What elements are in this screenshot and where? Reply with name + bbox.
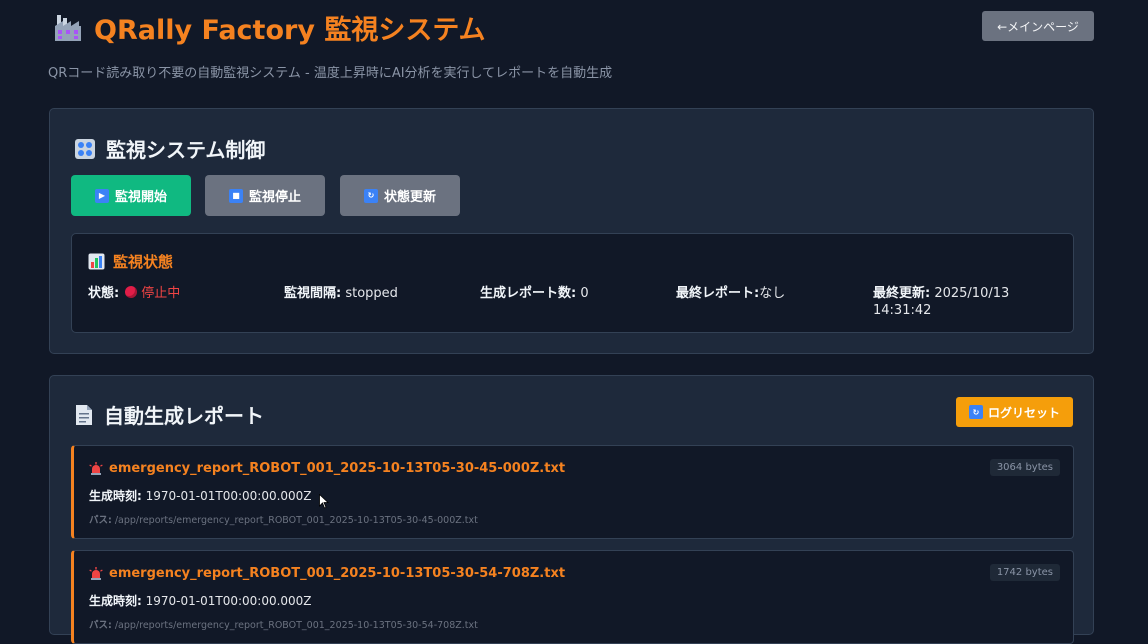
start-monitoring-button[interactable]: ▶ 監視開始	[71, 175, 191, 216]
report-path-label: パス:	[89, 515, 112, 526]
status-report-count: 生成レポート数: 0	[480, 285, 589, 302]
monitoring-control-panel: 監視システム制御 ▶ 監視開始 ■ 監視停止 ↻ 状態更新 監視状態 状態: 停止…	[49, 108, 1094, 354]
report-filename-text: emergency_report_ROBOT_001_2025-10-13T05…	[109, 461, 566, 476]
report-size-badge: 1742 bytes	[989, 564, 1060, 581]
report-generated-time: 生成時刻: 1970-01-01T00:00:00.000Z	[89, 592, 312, 609]
status-interval-label: 監視間隔:	[284, 286, 342, 301]
reports-section-title: 自動生成レポート	[74, 400, 264, 429]
status-report-count-label: 生成レポート数:	[480, 286, 577, 301]
play-icon: ▶	[94, 188, 109, 203]
refresh-status-label: 状態更新	[383, 190, 436, 205]
document-icon	[76, 404, 92, 425]
status-state-label: 状態:	[88, 286, 120, 301]
control-section-title-text: 監視システム制御	[106, 138, 266, 162]
mouse-cursor-icon	[319, 494, 329, 509]
log-reset-label: ログリセット	[987, 405, 1060, 420]
refresh-status-button[interactable]: ↻ 状態更新	[340, 175, 460, 216]
report-path: パス: /app/reports/emergency_report_ROBOT_…	[89, 512, 478, 526]
status-interval: 監視間隔: stopped	[284, 285, 398, 302]
report-size-badge: 3064 bytes	[989, 459, 1060, 476]
stopped-indicator-icon	[125, 286, 138, 298]
status-last-update-label: 最終更新:	[873, 286, 931, 301]
status-title: 監視状態	[88, 251, 173, 272]
status-state-value: 停止中	[141, 286, 181, 301]
page-title: QRally Factory 監視システム	[52, 8, 486, 47]
report-filename[interactable]: emergency_report_ROBOT_001_2025-10-13T05…	[89, 461, 565, 476]
report-time-value: 1970-01-01T00:00:00.000Z	[141, 594, 312, 608]
control-knobs-icon	[75, 138, 95, 159]
page-header: QRally Factory 監視システム ←メインページ QRコード読み取り不…	[0, 0, 1148, 100]
log-reset-button[interactable]: ↻ ログリセット	[956, 397, 1073, 427]
report-time-label: 生成時刻:	[89, 489, 142, 503]
start-monitoring-label: 監視開始	[114, 190, 167, 205]
factory-icon	[55, 14, 81, 41]
report-path-value: /app/reports/emergency_report_ROBOT_001_…	[111, 515, 478, 526]
page-title-text: QRally Factory 監視システム	[94, 15, 486, 46]
report-card[interactable]: emergency_report_ROBOT_001_2025-10-13T05…	[71, 550, 1074, 644]
status-last-report: 最終レポート:なし	[676, 285, 785, 302]
report-filename-text: emergency_report_ROBOT_001_2025-10-13T05…	[109, 566, 566, 581]
refresh-icon: ↻	[968, 405, 983, 419]
report-path: パス: /app/reports/emergency_report_ROBOT_…	[89, 617, 478, 631]
reports-section-title-text: 自動生成レポート	[104, 404, 264, 428]
stop-icon: ■	[228, 188, 243, 203]
report-filename[interactable]: emergency_report_ROBOT_001_2025-10-13T05…	[89, 566, 565, 581]
report-card[interactable]: emergency_report_ROBOT_001_2025-10-13T05…	[71, 445, 1074, 539]
control-section-title: 監視システム制御	[74, 134, 265, 163]
report-time-value: 1970-01-01T00:00:00.000Z	[141, 489, 312, 503]
monitoring-status-box: 監視状態 状態: 停止中 監視間隔: stopped 生成レポート数: 0 最終レ…	[71, 233, 1074, 333]
main-page-button[interactable]: ←メインページ	[982, 11, 1094, 41]
page-subtitle: QRコード読み取り不要の自動監視システム - 温度上昇時にAI分析を実行してレポ…	[48, 66, 613, 81]
siren-icon	[89, 461, 103, 475]
status-last-report-value: なし	[759, 286, 786, 301]
status-last-update: 最終更新: 2025/10/13 14:31:42	[873, 285, 1033, 319]
status-title-text: 監視状態	[113, 253, 174, 271]
auto-reports-panel: 自動生成レポート ↻ ログリセット emergency_report_ROBOT…	[49, 375, 1094, 644]
report-time-label: 生成時刻:	[89, 594, 142, 608]
status-state: 状態: 停止中	[88, 285, 180, 302]
stop-monitoring-button[interactable]: ■ 監視停止	[205, 175, 325, 216]
status-last-report-label: 最終レポート:	[676, 286, 760, 301]
report-generated-time: 生成時刻: 1970-01-01T00:00:00.000Z	[89, 487, 312, 504]
refresh-icon: ↻	[363, 188, 378, 203]
bar-chart-icon	[88, 253, 105, 270]
siren-icon	[89, 566, 103, 580]
status-interval-value: stopped	[341, 286, 398, 301]
status-report-count-value: 0	[576, 286, 589, 301]
stop-monitoring-label: 監視停止	[248, 190, 301, 205]
